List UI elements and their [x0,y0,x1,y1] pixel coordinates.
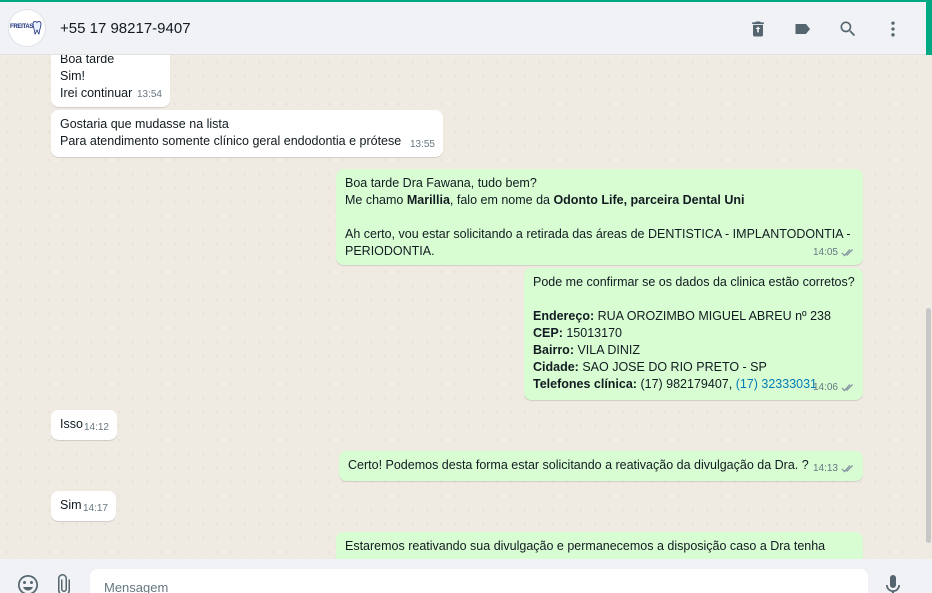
message-text: PERIODONTIA. [345,244,435,258]
message-text: Gostaria que mudasse na lista [60,117,229,131]
message-composer [0,559,932,593]
message-bubble-incoming[interactable]: Isso 14:12 [51,410,117,440]
phone-link[interactable]: (17) 32333031 [736,377,817,391]
message-text: Ah certo, vou estar solicitando a retira… [345,227,851,241]
message-list[interactable]: Boa tarde Sim! Irei continuar 13:54 Gost… [0,55,926,559]
message-bubble-incoming[interactable]: Sim 14:17 [51,491,116,521]
message-text: Boa tarde [60,55,115,66]
chat-header: FREITAS +55 17 98217-9407 [0,0,932,55]
message-text: Estaremos reativando sua divulgação e pe… [345,539,826,553]
message-bubble-outgoing[interactable]: Certo! Podemos desta forma estar solicit… [339,451,863,481]
read-receipt-icon [841,249,853,257]
label-icon[interactable] [792,18,814,40]
message-text: Pode me confirmar se os dados da clinica… [533,275,855,289]
message-time: 14:17 [82,503,108,514]
menu-icon[interactable] [882,18,904,40]
tooth-icon [32,21,42,35]
message-bubble-outgoing[interactable]: Pode me confirmar se os dados da clinica… [524,268,863,400]
read-receipt-icon [841,465,853,473]
message-input[interactable] [90,569,868,593]
city-line: Cidade: SAO JOSE DO RIO PRETO - SP [533,360,767,374]
message-time: 13:55 [409,139,435,150]
microphone-icon[interactable] [881,573,907,593]
message-text: Para atendimento somente clínico geral e… [60,134,402,148]
read-receipt-icon [841,384,853,392]
search-icon[interactable] [837,18,859,40]
message-bubble-incoming[interactable]: Gostaria que mudasse na lista Para atend… [51,110,443,157]
attach-icon[interactable] [52,573,78,593]
message-time: 14:05 [812,247,838,258]
neighborhood-line: Bairro: VILA DINIZ [533,343,640,357]
chat-scrollbar-thumb[interactable] [926,308,931,543]
message-time: 13:54 [136,89,162,100]
message-time: 14:12 [83,422,109,433]
address-line: Endereço: RUA OROZIMBO MIGUEL ABREU nº 2… [533,309,831,323]
cep-line: CEP: 15013170 [533,326,622,340]
message-time: 14:06 [812,382,838,393]
message-bubble-incoming[interactable]: Boa tarde Sim! Irei continuar 13:54 [51,55,170,107]
message-text: Boa tarde Dra Fawana, tudo bem? [345,176,537,190]
message-bubble-outgoing[interactable]: Boa tarde Dra Fawana, tudo bem? Me chamo… [336,169,863,265]
message-bubble-outgoing[interactable]: Estaremos reativando sua divulgação e pe… [336,532,863,559]
delete-icon[interactable] [747,18,769,40]
message-text: Certo! Podemos desta forma estar solicit… [348,458,809,472]
message-text: Me chamo Marillia, falo em nome da Odont… [345,193,745,207]
contact-avatar[interactable]: FREITAS [8,9,46,47]
contact-name[interactable]: +55 17 98217-9407 [60,20,191,37]
message-time: 14:13 [812,463,838,474]
message-text: Sim! [60,69,85,83]
emoji-icon[interactable] [16,573,42,593]
phone-line: Telefones clínica: (17) 982179407, (17) … [533,377,818,391]
